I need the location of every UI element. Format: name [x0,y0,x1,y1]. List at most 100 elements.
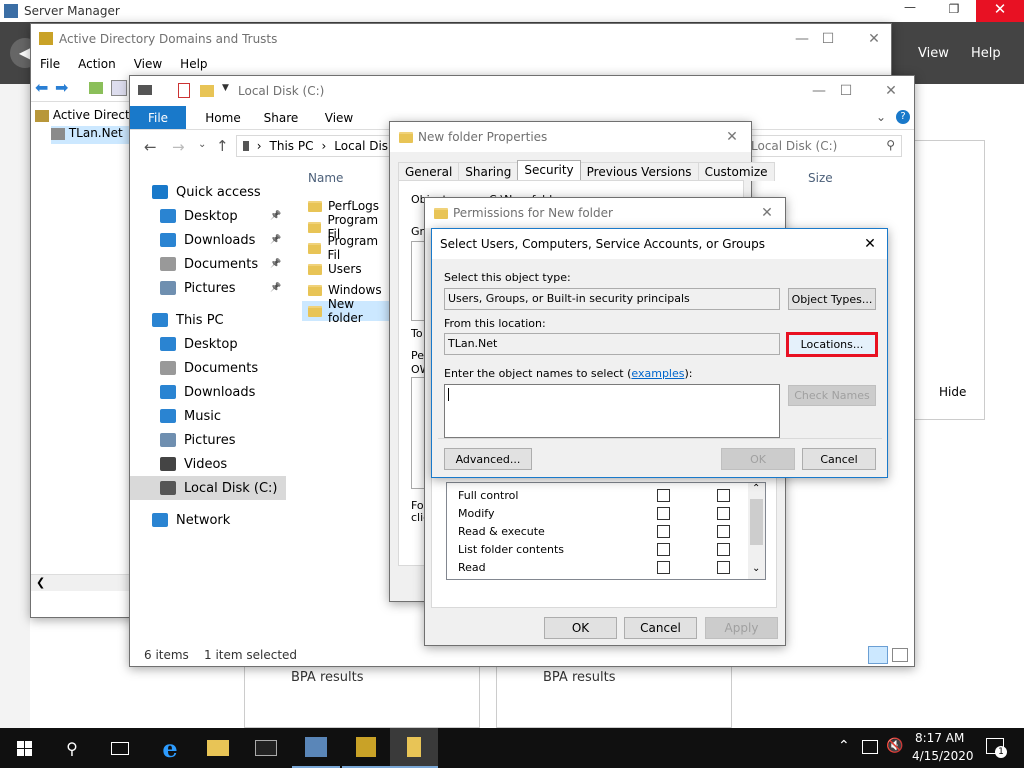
nav-item-documents[interactable]: Documents [130,356,286,380]
up-folder-icon[interactable] [89,82,103,94]
back-arrow-icon[interactable]: ← [144,138,157,156]
nav-item-network[interactable]: Network [130,508,286,532]
tab-sharing[interactable]: Sharing [458,162,519,181]
clock-date[interactable]: 4/15/2020 [912,749,974,763]
scroll-thumb[interactable] [750,499,763,545]
column-name[interactable]: Name [308,171,343,185]
allow-checkbox[interactable] [657,543,670,556]
bpa-label[interactable]: BPA results [291,670,364,685]
new-folder-icon[interactable] [200,85,214,97]
file-row[interactable]: Program Fil [302,234,392,262]
volume-muted-icon[interactable]: 🔇 [886,738,903,754]
advanced-button[interactable]: Advanced... [444,448,532,470]
ribbon-view-tab[interactable]: View [310,106,368,129]
recent-dropdown-icon[interactable]: ⌄ [198,139,206,150]
tree-root[interactable]: Active Directo [35,108,137,122]
menu-help[interactable]: Help [180,57,207,71]
deny-checkbox[interactable] [717,489,730,502]
help-icon[interactable]: ? [896,110,910,124]
close-icon[interactable]: ✕ [868,76,914,106]
nav-item-pictures[interactable]: Pictures 📌 [130,276,286,300]
taskbar-file-explorer[interactable] [194,728,242,768]
taskbar-explorer-active[interactable] [390,728,438,768]
show-hidden-icons-icon[interactable]: ⌃ [838,738,850,754]
taskbar-cmd[interactable] [242,728,290,768]
close-icon[interactable]: ✕ [852,229,888,259]
file-row[interactable]: New folder [302,297,392,325]
large-icons-view-icon[interactable] [892,648,908,662]
ribbon-home-tab[interactable]: Home [194,106,252,129]
forward-arrow-icon[interactable]: → [172,138,185,156]
object-types-button[interactable]: Object Types... [788,288,876,310]
show-tree-icon[interactable] [111,80,127,96]
close-icon[interactable]: ✕ [747,198,787,228]
tab-general[interactable]: General [398,162,460,181]
breadcrumb-this-pc[interactable]: This PC [270,139,314,153]
nav-item-documents[interactable]: Documents 📌 [130,252,286,276]
tree-domain-tlan[interactable]: TLan.Net [51,126,131,144]
taskbar-server-manager[interactable] [292,728,340,768]
apply-button[interactable]: Apply [705,617,778,639]
properties-icon[interactable] [178,83,190,98]
object-names-input[interactable] [444,384,780,438]
scroll-left-icon[interactable]: ❮ [36,576,45,589]
nav-item-desktop[interactable]: Desktop 📌 [130,204,286,228]
back-arrow-icon[interactable]: ⬅ [35,78,48,97]
ribbon-share-tab[interactable]: Share [252,106,310,129]
ad-hscrollbar[interactable]: ❮ [31,574,131,591]
nav-item-downloads[interactable]: Downloads 📌 [130,228,286,252]
hide-link[interactable]: Hide [939,385,966,399]
cancel-button[interactable]: Cancel [624,617,697,639]
close-icon[interactable]: ✕ [851,24,897,54]
nav-item-pictures[interactable]: Pictures [130,428,286,452]
breadcrumb-local-disk[interactable]: Local Disk [334,139,395,153]
nav-item-desktop[interactable]: Desktop [130,332,286,356]
menu-view[interactable]: View [918,46,949,61]
clock-time[interactable]: 8:17 AM [915,731,964,745]
search-button[interactable]: ⚲ [48,728,96,768]
ribbon-expand-icon[interactable]: ⌄ [876,110,886,124]
menu-action[interactable]: Action [78,57,116,71]
cancel-button[interactable]: Cancel [802,448,876,470]
column-size[interactable]: Size [808,171,833,185]
locations-button[interactable]: Locations... [786,332,878,357]
deny-checkbox[interactable] [717,543,730,556]
allow-checkbox[interactable] [657,489,670,502]
deny-checkbox[interactable] [717,525,730,538]
up-arrow-icon[interactable]: ↑ [216,137,229,155]
restore-icon[interactable]: ❐ [934,2,974,16]
minimize-icon[interactable]: — [890,0,930,14]
scroll-up-icon[interactable]: ⌃ [752,483,760,494]
menu-help[interactable]: Help [971,46,1001,61]
allow-checkbox[interactable] [657,507,670,520]
close-icon[interactable]: ✕ [712,122,752,152]
close-icon[interactable]: ✕ [976,0,1024,22]
forward-arrow-icon[interactable]: ➡ [55,78,68,97]
details-view-icon[interactable] [868,646,888,664]
file-row[interactable]: Users [302,259,392,279]
search-box[interactable]: Local Disk (C:) ⚲ [742,135,902,157]
nav-item-music[interactable]: Music [130,404,286,428]
maximize-icon[interactable]: ☐ [805,24,851,54]
menu-file[interactable]: File [40,57,60,71]
perm-scrollbar[interactable]: ⌃ ⌄ [748,483,765,579]
task-view-button[interactable] [96,728,144,768]
nav-item-videos[interactable]: Videos [130,452,286,476]
tab-security[interactable]: Security [517,160,581,181]
examples-link[interactable]: examples [631,367,684,380]
tab-previous-versions[interactable]: Previous Versions [579,162,699,181]
bpa-label[interactable]: BPA results [543,670,616,685]
taskbar-ad-tools[interactable] [342,728,390,768]
nav-item-local-disk-c[interactable]: Local Disk (C:) [130,476,286,500]
allow-checkbox[interactable] [657,561,670,574]
deny-checkbox[interactable] [717,507,730,520]
nav-item-this-pc[interactable]: This PC [130,308,286,332]
nav-item-downloads[interactable]: Downloads [130,380,286,404]
ribbon-file-tab[interactable]: File [130,106,186,129]
tab-customize[interactable]: Customize [697,162,775,181]
ok-button[interactable]: OK [721,448,795,470]
qat-dropdown-icon[interactable]: ▼ [222,83,229,93]
scroll-down-icon[interactable]: ⌄ [752,563,760,574]
menu-view[interactable]: View [134,57,162,71]
ok-button[interactable]: OK [544,617,617,639]
